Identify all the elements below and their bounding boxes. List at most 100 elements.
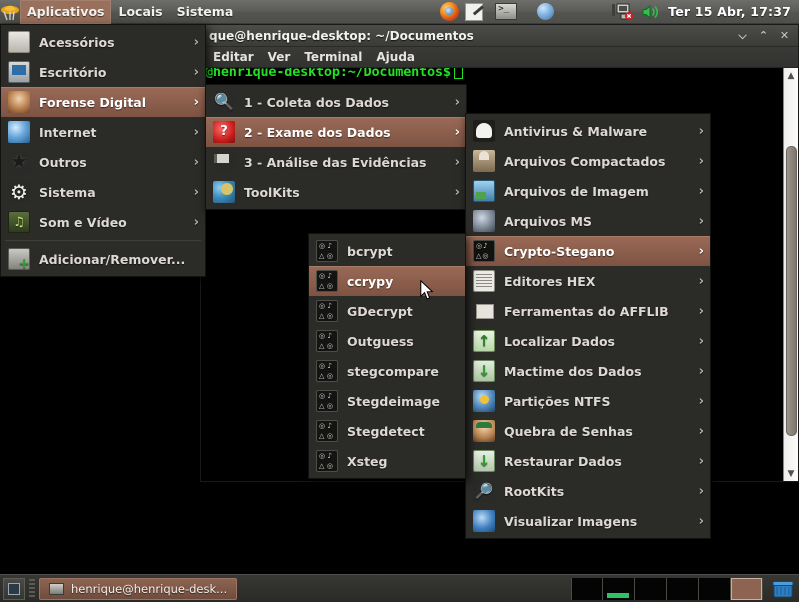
top-panel[interactable]: Aplicativos Locais Sistema bbox=[0, 0, 799, 24]
menu-item-som-e-video[interactable]: Som e Vídeo › bbox=[1, 207, 205, 237]
menu-item-localizar-dados-label: Localizar Dados bbox=[504, 334, 682, 349]
menu-item-adicionar-remover[interactable]: Adicionar/Remover... bbox=[1, 244, 205, 274]
writer-icon[interactable] bbox=[465, 3, 483, 21]
menu-item-visualizar-imagens[interactable]: Visualizar Imagens › bbox=[466, 506, 710, 536]
bottom-panel[interactable]: henrique@henrique-desk... bbox=[0, 574, 799, 602]
menu-item-mactime-dos-dados[interactable]: Mactime dos Dados › bbox=[466, 356, 710, 386]
menu-item-internet[interactable]: Internet › bbox=[1, 117, 205, 147]
workspace-3[interactable] bbox=[635, 578, 667, 600]
menu-item-toolkits[interactable]: ToolKits › bbox=[206, 177, 466, 207]
menu-item-outguess[interactable]: Outguess bbox=[309, 326, 465, 356]
terminal-menu-editar[interactable]: Editar bbox=[207, 49, 260, 65]
menu-item-outros[interactable]: Outros › bbox=[1, 147, 205, 177]
terminal-menu-ver[interactable]: Ver bbox=[262, 49, 297, 65]
terminal-titlebar[interactable]: que@henrique-desktop: ~/Documentos ⌵ ⌃ ✕ bbox=[201, 25, 798, 47]
menu-item-editores-hex[interactable]: Editores HEX › bbox=[466, 266, 710, 296]
menu-item-escritorio[interactable]: Escritório › bbox=[1, 57, 205, 87]
menu-item-coleta-dos-dados[interactable]: 1 - Coleta dos Dados › bbox=[206, 87, 466, 117]
menu-item-stegdetect[interactable]: Stegdetect bbox=[309, 416, 465, 446]
firefox-icon[interactable] bbox=[440, 2, 459, 21]
menu-item-arquivos-de-imagem[interactable]: Arquivos de Imagem › bbox=[466, 176, 710, 206]
menu-separator bbox=[5, 240, 201, 241]
menu-item-analise-das-evidencias[interactable]: 3 - Análise das Evidências › bbox=[206, 147, 466, 177]
exam-data-icon bbox=[213, 121, 235, 143]
panel-menu-aplicativos[interactable]: Aplicativos bbox=[20, 0, 111, 24]
trash-icon[interactable] bbox=[770, 578, 796, 600]
chevron-right-icon: › bbox=[186, 185, 199, 200]
panel-menu-sistema-label: Sistema bbox=[177, 4, 234, 19]
image-files-icon bbox=[473, 180, 495, 202]
panel-drag-handle[interactable] bbox=[29, 579, 35, 599]
chevron-right-icon: › bbox=[691, 154, 704, 169]
menu-item-stegdeimage[interactable]: Stegdeimage bbox=[309, 386, 465, 416]
help-icon[interactable] bbox=[537, 3, 554, 20]
show-desktop-button[interactable] bbox=[3, 578, 25, 600]
scroll-up-icon[interactable]: ▲ bbox=[784, 68, 798, 83]
menu-item-antivirus-malware[interactable]: Antivirus & Malware › bbox=[466, 116, 710, 146]
panel-menu-sistema[interactable]: Sistema bbox=[170, 0, 241, 24]
menu-item-analise-das-evidencias-label: 3 - Análise das Evidências bbox=[244, 155, 438, 170]
workspace-6[interactable] bbox=[731, 578, 763, 600]
menu-item-arquivos-ms[interactable]: Arquivos MS › bbox=[466, 206, 710, 236]
menu-item-particoes-ntfs-label: Partições NTFS bbox=[504, 394, 682, 409]
menu-crypto-stegano[interactable]: bcrypt ccrypy GDecrypt Outguess stegcomp… bbox=[308, 233, 466, 479]
ms-files-icon bbox=[473, 210, 495, 232]
menu-item-gdecrypt[interactable]: GDecrypt bbox=[309, 296, 465, 326]
menu-item-sistema[interactable]: Sistema › bbox=[1, 177, 205, 207]
menu-item-xsteg[interactable]: Xsteg bbox=[309, 446, 465, 476]
menu-item-forense-digital[interactable]: Forense Digital › bbox=[1, 87, 205, 117]
menu-item-rootkits[interactable]: RootKits › bbox=[466, 476, 710, 506]
password-crack-icon bbox=[473, 420, 495, 442]
analysis-icon bbox=[213, 151, 235, 173]
chevron-right-icon: › bbox=[691, 364, 704, 379]
menu-item-exame-dos-dados-label: 2 - Exame dos Dados bbox=[244, 125, 438, 140]
terminal-icon[interactable] bbox=[495, 3, 517, 20]
menu-item-arquivos-compactados[interactable]: Arquivos Compactados › bbox=[466, 146, 710, 176]
chevron-right-icon: › bbox=[691, 274, 704, 289]
terminal-menu-terminal[interactable]: Terminal bbox=[298, 49, 368, 65]
menu-item-outguess-label: Outguess bbox=[347, 334, 459, 349]
maximize-button[interactable]: ⌃ bbox=[754, 27, 773, 44]
volume-icon[interactable] bbox=[642, 4, 660, 20]
terminal-menu-ajuda[interactable]: Ajuda bbox=[370, 49, 421, 65]
workspace-5[interactable] bbox=[699, 578, 731, 600]
panel-menu-aplicativos-label: Aplicativos bbox=[27, 4, 104, 19]
workspace-2[interactable] bbox=[603, 578, 635, 600]
minimize-button[interactable]: ⌵ bbox=[733, 27, 752, 44]
menu-item-acessorios[interactable]: Acessórios › bbox=[1, 27, 205, 57]
menu-item-stegcompare[interactable]: stegcompare bbox=[309, 356, 465, 386]
restore-data-icon bbox=[473, 450, 495, 472]
network-disconnected-icon[interactable] bbox=[612, 3, 634, 20]
menu-item-crypto-stegano-label: Crypto-Stegano bbox=[504, 244, 682, 259]
menu-aplicativos[interactable]: Acessórios › Escritório › Forense Digita… bbox=[0, 24, 206, 277]
panel-clock[interactable]: Ter 15 Abr, 17:37 bbox=[668, 4, 791, 19]
menu-item-quebra-de-senhas[interactable]: Quebra de Senhas › bbox=[466, 416, 710, 446]
menu-forense-digital[interactable]: 1 - Coleta dos Dados › 2 - Exame dos Dad… bbox=[205, 84, 467, 210]
workspace-4[interactable] bbox=[667, 578, 699, 600]
menu-exame-dos-dados[interactable]: Antivirus & Malware › Arquivos Compactad… bbox=[465, 113, 711, 539]
antivirus-icon bbox=[473, 120, 495, 142]
workspace-1[interactable] bbox=[571, 578, 603, 600]
menu-item-restaurar-dados[interactable]: Restaurar Dados › bbox=[466, 446, 710, 476]
scrollbar-thumb[interactable] bbox=[786, 146, 797, 436]
workspace-switcher[interactable] bbox=[571, 578, 763, 600]
menu-item-crypto-stegano[interactable]: Crypto-Stegano › bbox=[466, 236, 710, 266]
panel-menu-locais[interactable]: Locais bbox=[111, 0, 169, 24]
terminal-scrollbar[interactable]: ▲ ▼ bbox=[783, 68, 798, 481]
menu-item-localizar-dados[interactable]: Localizar Dados › bbox=[466, 326, 710, 356]
menu-item-ferramentas-afflib[interactable]: Ferramentas do AFFLIB › bbox=[466, 296, 710, 326]
system-icon bbox=[8, 181, 30, 203]
chevron-right-icon: › bbox=[691, 334, 704, 349]
menu-item-ccrypy[interactable]: ccrypy bbox=[309, 266, 465, 296]
close-button[interactable]: ✕ bbox=[775, 27, 794, 44]
menu-item-outros-label: Outros bbox=[39, 155, 177, 170]
menu-item-bcrypt[interactable]: bcrypt bbox=[309, 236, 465, 266]
menu-item-exame-dos-dados[interactable]: 2 - Exame dos Dados › bbox=[206, 117, 466, 147]
scroll-down-icon[interactable]: ▼ bbox=[784, 466, 798, 481]
taskbar-item-terminal[interactable]: henrique@henrique-desk... bbox=[39, 578, 237, 600]
menu-item-forense-digital-label: Forense Digital bbox=[39, 95, 177, 110]
terminal-menubar[interactable]: Editar Ver Terminal Ajuda bbox=[201, 47, 798, 68]
menu-item-particoes-ntfs[interactable]: Partições NTFS › bbox=[466, 386, 710, 416]
panel-tray: Ter 15 Abr, 17:37 bbox=[612, 3, 799, 20]
menu-item-rootkits-label: RootKits bbox=[504, 484, 682, 499]
